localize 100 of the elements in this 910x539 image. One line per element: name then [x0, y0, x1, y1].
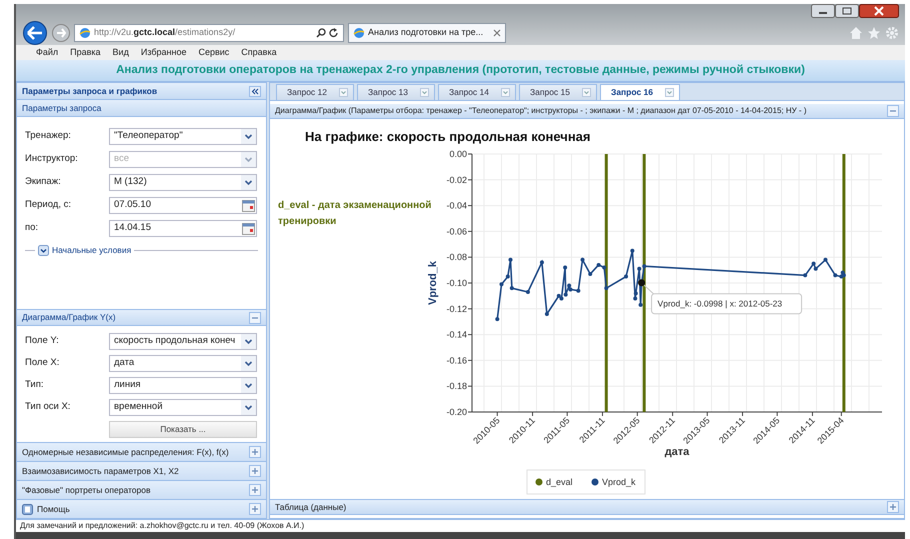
tick-label: 0.00 — [449, 149, 467, 159]
select-field[interactable]: временной — [109, 398, 257, 416]
menu-item[interactable]: Файл — [36, 46, 58, 60]
caret-icon[interactable] — [582, 88, 591, 97]
calendar-icon[interactable] — [241, 221, 256, 236]
tick-label: -0.10 — [446, 278, 467, 288]
date-field[interactable]: 14.04.15 — [109, 220, 257, 237]
collapse-button[interactable] — [249, 86, 261, 96]
maximize-button[interactable] — [835, 4, 859, 18]
fieldset-legend: Начальные условия — [52, 244, 132, 257]
plus-icon[interactable] — [249, 446, 261, 458]
field-label: Тип: — [25, 378, 44, 392]
legend-dot — [592, 478, 598, 486]
panel-title[interactable]: Таблица (данные) — [275, 500, 346, 514]
chart-note: d_eval - дата экзаменационной тренировки — [278, 200, 432, 227]
minus-icon[interactable] — [887, 105, 899, 117]
data-point — [540, 260, 544, 264]
caret-icon[interactable] — [501, 88, 510, 97]
select-field[interactable]: М (132) — [109, 174, 257, 191]
caret-icon[interactable] — [665, 88, 674, 97]
browser-tab[interactable]: Анализ подготовки на тре... — [348, 23, 506, 43]
dropdown-icon[interactable] — [241, 356, 256, 370]
data-point — [563, 266, 568, 270]
tick-label: -0.12 — [446, 304, 467, 314]
menu-item[interactable]: Вид — [112, 46, 129, 60]
data-point — [630, 248, 634, 253]
field-label: по: — [25, 221, 40, 236]
tick-label: -0.18 — [446, 381, 467, 392]
back-button[interactable] — [22, 21, 48, 45]
expand-toggle[interactable] — [38, 244, 49, 256]
dropdown-icon[interactable] — [241, 400, 256, 414]
tick-label: -0.06 — [446, 226, 467, 236]
data-point — [576, 288, 580, 293]
panel-title[interactable]: Помощь — [37, 502, 70, 516]
plus-icon[interactable] — [887, 501, 899, 513]
select-field[interactable]: дата — [109, 354, 257, 372]
plus-icon[interactable] — [249, 503, 261, 515]
menu-item[interactable]: Правка — [70, 46, 101, 60]
select-field[interactable]: линия — [109, 376, 257, 394]
data-point — [624, 274, 628, 279]
tab[interactable]: Запрос 13 — [357, 84, 435, 100]
tab[interactable]: Запрос 15 — [519, 84, 597, 100]
tick-label: -0.08 — [446, 252, 467, 262]
minus-icon[interactable] — [249, 312, 261, 324]
panel-title: Диаграмма/График (Параметры отбора: тренажер - "Телеоператор"; инструкторы - ; экипажи - М ; диапазон дат 07-05-2010 - 14-04-2015; НУ - ) — [275, 105, 806, 117]
calendar-icon[interactable] — [241, 198, 256, 213]
data-point — [833, 273, 838, 278]
close-icon[interactable] — [493, 29, 501, 37]
section-title: Диаграмма/График Y(x) — [22, 311, 116, 324]
annotation: Vprod_k: -0.0998 | x: 2012-05-23 — [658, 298, 782, 309]
menu-item[interactable]: Избранное — [140, 46, 186, 60]
tick-label: -0.20 — [446, 407, 467, 417]
dropdown-icon[interactable] — [241, 175, 256, 190]
data-point — [510, 286, 514, 290]
show-button[interactable]: Показать ... — [109, 421, 257, 438]
select-field[interactable]: скорость продольная конеч — [109, 332, 257, 350]
forward-button[interactable] — [52, 24, 70, 42]
field-label: Поле Y: — [25, 334, 60, 348]
close-button[interactable] — [859, 4, 899, 18]
tick-label: -0.14 — [446, 330, 467, 340]
select-field[interactable]: "Телеоператор" — [109, 128, 257, 145]
field-label: Инструктор: — [25, 152, 79, 166]
star-icon[interactable] — [867, 26, 881, 40]
legend-dot — [536, 478, 542, 486]
dropdown-icon[interactable] — [241, 378, 256, 392]
data-point — [495, 317, 500, 322]
data-point — [604, 286, 608, 290]
caret-icon[interactable] — [339, 88, 348, 97]
field-label: Экипаж: — [25, 175, 62, 190]
plus-icon[interactable] — [249, 465, 261, 477]
data-point — [526, 290, 530, 294]
caret-icon[interactable] — [420, 88, 429, 97]
minimize-button[interactable] — [811, 4, 835, 18]
tab-title: Анализ подготовки на тре... — [368, 26, 484, 40]
date-field[interactable]: 07.05.10 — [109, 197, 257, 214]
axis-title: Vprod_k — [427, 261, 439, 305]
plus-icon[interactable] — [249, 484, 261, 496]
field-label: Тренажер: — [25, 129, 72, 144]
tab[interactable]: Запрос 14 — [438, 84, 516, 100]
address-field[interactable]: http://v2u.gctc.local/estimations2y/ — [74, 24, 344, 42]
data-point — [544, 312, 549, 316]
page-icon — [353, 27, 365, 39]
tab[interactable]: Запрос 12 — [276, 84, 354, 100]
field-label: Тип оси X: — [25, 400, 72, 414]
field-label: Период, с: — [25, 198, 72, 212]
app-title: Анализ подготовки операторов на тренажерах 2-го управления (прототип, тестовые данные, режимы ручной стыковки) — [16, 60, 905, 82]
tab[interactable]: Запрос 16 — [600, 84, 680, 100]
tick-label: -0.04 — [446, 200, 467, 211]
menu-item[interactable]: Справка — [241, 46, 277, 60]
menu-item[interactable]: Сервис — [198, 46, 230, 60]
search-icon[interactable] — [316, 28, 326, 38]
tick-label: -0.16 — [446, 355, 467, 366]
axis-title: дата — [664, 446, 690, 458]
dropdown-icon[interactable] — [241, 129, 256, 144]
field-label: Поле X: — [25, 356, 60, 370]
chart-title: На графике: скорость продольная конечная — [305, 129, 590, 144]
data-point — [638, 302, 643, 307]
help-icon — [22, 504, 33, 514]
dropdown-icon[interactable] — [241, 334, 256, 348]
refresh-icon[interactable] — [329, 28, 339, 38]
